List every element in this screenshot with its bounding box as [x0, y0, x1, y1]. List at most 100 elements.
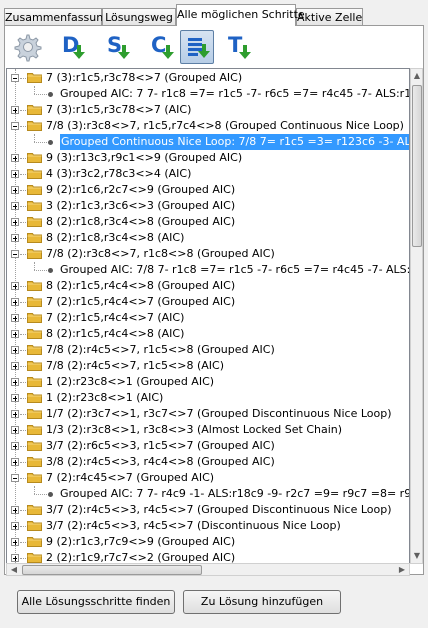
tab-aktive-zelle[interactable]: Aktive Zelle [296, 8, 363, 25]
expand-icon[interactable] [11, 378, 19, 386]
expand-icon[interactable] [11, 410, 19, 418]
expand-icon[interactable] [11, 314, 19, 322]
tree-node[interactable]: 3/7 (2):r4c5<>3, r4c5<>7 (Grouped Discon… [7, 502, 409, 518]
scroll-down-icon[interactable]: ▼ [411, 551, 423, 561]
tree-node-label: 3/8 (2):r4c5<>3, r4c4<>8 (Grouped AIC) [46, 455, 275, 468]
tree-connector [20, 78, 26, 79]
steps-tree[interactable]: 7 (3):r1c5,r3c78<>7 (Grouped AIC) Grouped… [6, 68, 410, 564]
tree-leaf[interactable]: Grouped AIC: 7/8 7- r1c8 =7= r1c5 -7- r6… [7, 262, 409, 278]
tree-node[interactable]: 7/8 (2):r3c8<>7, r1c8<>8 (Grouped AIC) [7, 246, 409, 262]
expand-icon[interactable] [11, 394, 19, 402]
t-button[interactable]: T [221, 30, 255, 64]
tree-node-label: 7/8 (2):r4c5<>7, r1c5<>8 (Grouped AIC) [46, 343, 275, 356]
expand-icon[interactable] [11, 554, 19, 562]
bullet-icon [48, 268, 53, 273]
tab-zusammenfassung[interactable]: Zusammenfassung [4, 8, 110, 25]
expand-icon[interactable] [11, 330, 19, 338]
tree-node-label: 1/3 (2):r3c8<>1, r3c8<>3 (Almost Locked … [46, 423, 343, 436]
expand-icon[interactable] [11, 202, 19, 210]
expand-icon[interactable] [11, 458, 19, 466]
expand-icon[interactable] [11, 522, 19, 530]
s-button[interactable]: S [100, 30, 134, 64]
scroll-right-icon[interactable]: ▶ [396, 565, 408, 575]
tab-alle-moeglichen-schritte[interactable]: Alle möglichen Schritte [176, 4, 305, 26]
expand-icon[interactable] [11, 154, 19, 162]
lines-icon [188, 38, 210, 58]
expand-icon[interactable] [11, 170, 19, 178]
expand-icon[interactable] [11, 426, 19, 434]
tree-node[interactable]: 1/7 (2):r3c7<>1, r3c7<>7 (Grouped Discon… [7, 406, 409, 422]
expand-icon[interactable] [11, 282, 19, 290]
lines-button[interactable] [180, 30, 214, 64]
folder-icon [27, 553, 42, 563]
tree-node[interactable]: 9 (3):r13c3,r9c1<>9 (Grouped AIC) [7, 150, 409, 166]
tree-leaf[interactable]: Grouped Continuous Nice Loop: 7/8 7= r1c… [7, 134, 409, 150]
tree-node[interactable]: 8 (2):r1c8,r3c4<>8 (Grouped AIC) [7, 214, 409, 230]
vertical-scroll-thumb[interactable] [412, 85, 422, 247]
expand-icon[interactable] [11, 106, 19, 114]
tree-node-label: 8 (2):r1c8,r3c4<>8 (Grouped AIC) [46, 215, 236, 228]
settings-button[interactable] [10, 30, 44, 64]
scroll-left-icon[interactable]: ◀ [8, 565, 20, 575]
expand-icon[interactable] [11, 442, 19, 450]
expand-icon[interactable] [11, 538, 19, 546]
expand-icon[interactable] [11, 362, 19, 370]
tree-node[interactable]: 1 (2):r23c8<>1 (AIC) [7, 390, 409, 406]
expand-icon[interactable] [11, 218, 19, 226]
tree-leaf-label: Grouped AIC: 7 7- r1c8 =7= r1c5 -7- r6c5… [60, 87, 409, 100]
tab-loesungsweg[interactable]: Lösungsweg [102, 8, 176, 25]
d-button[interactable]: D [55, 30, 89, 64]
tree-node[interactable]: 7/8 (3):r3c8<>7, r1c5,r7c4<>8 (Grouped C… [7, 118, 409, 134]
tree-node[interactable]: 3/7 (2):r6c5<>3, r1c5<>7 (Grouped AIC) [7, 438, 409, 454]
tree-connector [20, 302, 26, 303]
tree-leaf[interactable]: Grouped AIC: 7 7- r1c8 =7= r1c5 -7- r6c5… [7, 86, 409, 102]
horizontal-scroll-thumb[interactable] [22, 565, 202, 575]
tree-node[interactable]: 7 (2):r1c5,r4c4<>7 (AIC) [7, 310, 409, 326]
vertical-scrollbar[interactable]: ▲ ▼ [410, 68, 423, 564]
tree-node[interactable]: 2 (2):r1c9,r7c7<>2 (Grouped AIC) [7, 550, 409, 563]
tree-node[interactable]: 4 (3):r3c2,r78c3<>4 (AIC) [7, 166, 409, 182]
tree-node[interactable]: 8 (2):r1c5,r4c4<>8 (AIC) [7, 326, 409, 342]
tree-leaf[interactable]: Grouped AIC: 7 7- r4c9 -1- ALS:r18c9 -9-… [7, 486, 409, 502]
find-all-steps-button[interactable]: Alle Lösungsschritte finden [17, 590, 175, 614]
tree-node[interactable]: 7 (3):r1c5,r3c78<>7 (AIC) [7, 102, 409, 118]
tree-node-label: 3/7 (2):r4c5<>3, r4c5<>7 (Discontinuous … [46, 519, 341, 532]
collapse-icon[interactable] [11, 250, 19, 258]
collapse-icon[interactable] [11, 474, 19, 482]
tree-node[interactable]: 3/7 (2):r4c5<>3, r4c5<>7 (Discontinuous … [7, 518, 409, 534]
tree-node[interactable]: 7/8 (2):r4c5<>7, r1c5<>8 (AIC) [7, 358, 409, 374]
collapse-icon[interactable] [11, 74, 19, 82]
tree-node[interactable]: 7/8 (2):r4c5<>7, r1c5<>8 (Grouped AIC) [7, 342, 409, 358]
scroll-up-icon[interactable]: ▲ [411, 71, 423, 81]
tree-node[interactable]: 7 (2):r4c45<>7 (Grouped AIC) [7, 470, 409, 486]
tree-node[interactable]: 7 (2):r1c5,r4c4<>7 (Grouped AIC) [7, 294, 409, 310]
collapse-icon[interactable] [11, 122, 19, 130]
tree-connector [20, 414, 26, 415]
folder-icon [27, 505, 42, 515]
expand-icon[interactable] [11, 506, 19, 514]
c-button[interactable]: C [144, 30, 178, 64]
tree-node[interactable]: 3 (2):r1c3,r3c6<>3 (Grouped AIC) [7, 198, 409, 214]
expand-icon[interactable] [11, 234, 19, 242]
tree-connector [20, 174, 26, 175]
tree-node-label: 9 (2):r1c3,r7c9<>9 (Grouped AIC) [46, 535, 236, 548]
tree-node[interactable]: 9 (2):r1c3,r7c9<>9 (Grouped AIC) [7, 534, 409, 550]
tree-node[interactable]: 1/3 (2):r3c8<>1, r3c8<>3 (Almost Locked … [7, 422, 409, 438]
tree-node[interactable]: 8 (2):r1c8,r3c4<>8 (AIC) [7, 230, 409, 246]
tree-node[interactable]: 8 (2):r1c5,r4c4<>8 (Grouped AIC) [7, 278, 409, 294]
expand-icon[interactable] [11, 346, 19, 354]
horizontal-scrollbar[interactable]: ◀ ▶ [6, 563, 410, 576]
tree-connector [20, 286, 26, 287]
tree-connector [34, 270, 47, 271]
add-to-solution-button[interactable]: Zu Lösung hinzufügen [183, 590, 341, 614]
tree-node[interactable]: 9 (2):r1c6,r2c7<>9 (Grouped AIC) [7, 182, 409, 198]
tree-node[interactable]: 1 (2):r23c8<>1 (Grouped AIC) [7, 374, 409, 390]
tree-node[interactable]: 7 (3):r1c5,r3c78<>7 (Grouped AIC) [7, 70, 409, 86]
tree-leaf-label-selected: Grouped Continuous Nice Loop: 7/8 7= r1c… [60, 134, 409, 150]
tree-node[interactable]: 3/8 (2):r4c5<>3, r4c4<>8 (Grouped AIC) [7, 454, 409, 470]
tree-connector [20, 558, 26, 559]
expand-icon[interactable] [11, 186, 19, 194]
expand-icon[interactable] [11, 298, 19, 306]
folder-icon [27, 169, 42, 179]
folder-icon [27, 329, 42, 339]
